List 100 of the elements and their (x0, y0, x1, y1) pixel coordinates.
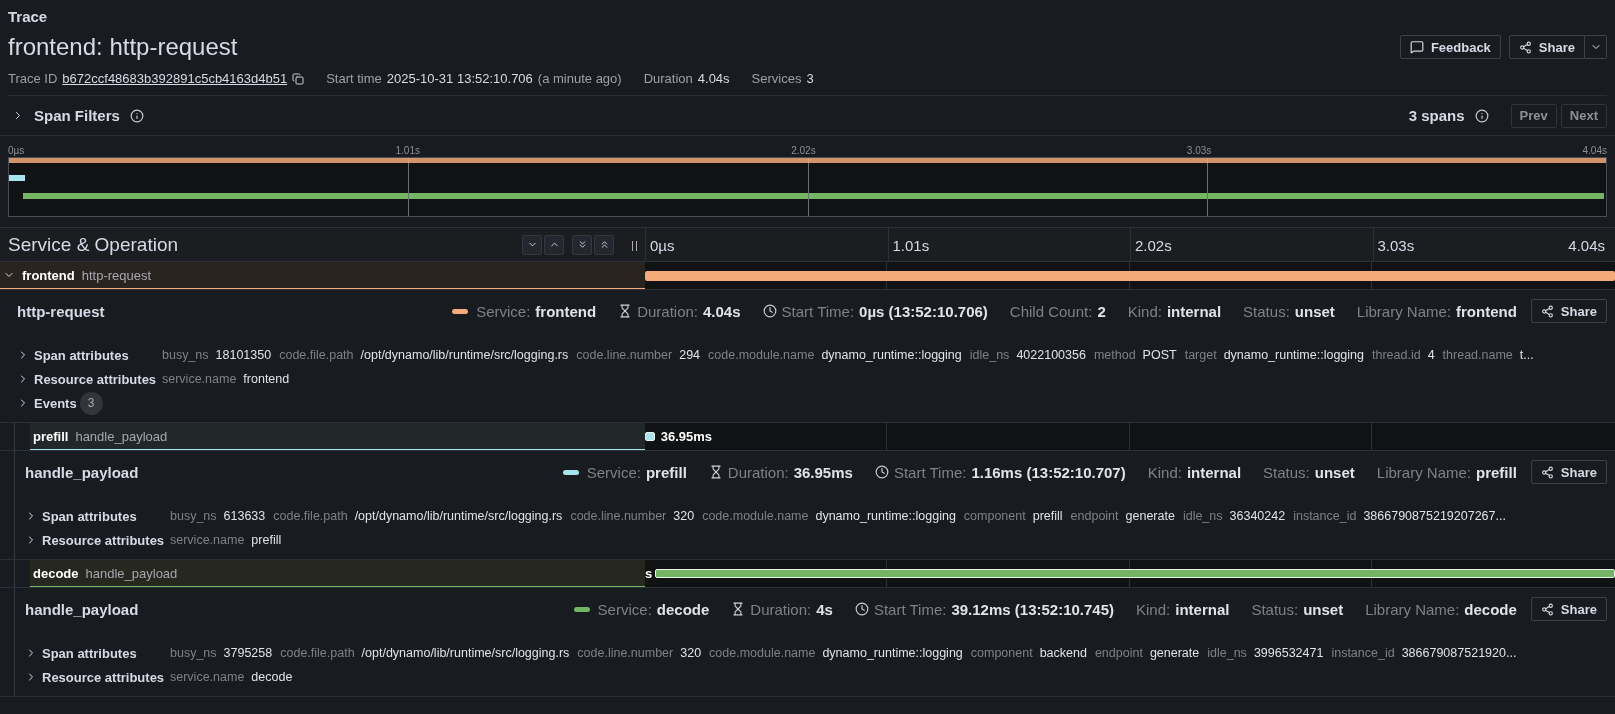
attribute-key: service.name (170, 670, 245, 684)
section-label[interactable]: Span attributes (42, 508, 137, 524)
meta-value: 4.04s (697, 71, 730, 86)
attribute-key: target (1184, 348, 1217, 362)
attribute-key: idle_ns (1207, 646, 1247, 660)
minimap[interactable] (8, 157, 1607, 217)
attribute-key: code.line.number (576, 348, 673, 362)
section-label[interactable]: Span attributes (42, 645, 137, 661)
attribute-key: idle_ns (1182, 509, 1223, 523)
attribute-value: generate (1125, 509, 1175, 523)
attribute-value: /opt/dynamo/lib/runtime/src/logging.rs (361, 646, 570, 660)
share-icon (1540, 602, 1554, 616)
field-value: frontend (1456, 302, 1517, 320)
count-badge: 3 (79, 391, 103, 415)
field-value: 2 (1097, 302, 1106, 320)
field-value: unset (1294, 302, 1335, 320)
span-title: handle_payload (25, 463, 140, 481)
span-bar[interactable] (645, 270, 1615, 281)
attribute-value: backend (1039, 646, 1087, 660)
section-label[interactable]: Resource attributes (34, 371, 157, 387)
operation-name: handle_payload (75, 428, 168, 444)
attribute-value: decode (251, 670, 293, 684)
attribute-value: POST (1142, 348, 1177, 362)
attribute-key: code.file.path (280, 646, 355, 660)
field-value: unset (1303, 600, 1344, 618)
share-button[interactable]: Share (1530, 460, 1607, 484)
share-button[interactable]: Share (1530, 299, 1607, 323)
minimap-tick: 0µs (8, 145, 25, 157)
attribute-value: dynamo_runtime::logging (1223, 348, 1364, 362)
span-title: http-request (17, 302, 106, 320)
minimap-tick: 1.01s (395, 145, 420, 157)
expand-one-button[interactable] (522, 234, 542, 255)
nav-button[interactable]: Next (1560, 103, 1607, 128)
copy-icon[interactable] (292, 72, 305, 85)
span-row[interactable]: frontend http-request (0, 262, 645, 289)
field-label: Child Count: (1009, 302, 1093, 320)
span-title: handle_payload (25, 600, 140, 618)
field-value: internal (1175, 600, 1230, 618)
clock-icon (874, 465, 889, 479)
section-label[interactable]: Span attributes (34, 347, 129, 363)
comment-icon (1409, 40, 1424, 54)
share-button[interactable]: Share (1530, 597, 1607, 621)
share-button[interactable]: Share (1508, 35, 1585, 59)
collapse-all-button[interactable] (594, 234, 614, 255)
nav-button[interactable]: Prev (1510, 103, 1557, 128)
attribute-value: 386679087521920... (1401, 646, 1517, 660)
section-label[interactable]: Resource attributes (42, 669, 165, 685)
attribute-key: component (970, 646, 1033, 660)
field-value: 1.16ms (13:52:10.707) (971, 463, 1126, 481)
attribute-key: code.file.path (273, 509, 348, 523)
hourglass-icon (731, 602, 746, 616)
attribute-value: prefill (251, 533, 282, 547)
attribute-value: t... (1519, 348, 1534, 362)
trace-id-link[interactable]: b672ccf48683b392891c5cb4163d4b51 (62, 71, 288, 86)
attribute-value: dynamo_runtime::logging (822, 646, 963, 660)
share-menu-button[interactable] (1585, 35, 1607, 59)
attribute-value: frontend (243, 372, 290, 386)
meta-label: Start time (326, 71, 382, 86)
resize-handle-icon[interactable] (632, 240, 637, 251)
attribute-key: endpoint (1070, 509, 1119, 523)
clock-icon (762, 304, 777, 318)
attribute-key: code.module.name (708, 348, 815, 362)
field-label: Kind: (1127, 302, 1162, 320)
collapse-one-button[interactable] (544, 234, 564, 255)
attribute-value: 613633 (223, 509, 266, 523)
hourglass-icon (618, 304, 633, 318)
share-icon (1540, 304, 1554, 318)
span-row[interactable]: prefill handle_payload (30, 423, 645, 450)
timeline-tick: 0µs (649, 236, 676, 256)
attribute-value: prefill (1032, 509, 1063, 523)
attribute-key: busy_ns (170, 509, 217, 523)
info-icon[interactable] (129, 108, 144, 123)
section-label[interactable]: Resource attributes (42, 532, 165, 548)
service-color-swatch (573, 606, 590, 612)
minimap-tick: 2.02s (791, 145, 816, 157)
meta-value: 3 (806, 71, 814, 86)
field-label: Start Time: (873, 600, 947, 618)
breadcrumb[interactable]: Trace (8, 0, 1607, 32)
share-icon (1540, 465, 1554, 479)
field-value: 4s (816, 600, 833, 618)
operation-name: handle_payload (85, 565, 178, 581)
hourglass-icon (708, 465, 723, 479)
field-label: Duration: (727, 463, 789, 481)
span-row[interactable]: decode handle_payload (30, 560, 645, 587)
attribute-key: endpoint (1094, 646, 1143, 660)
info-icon[interactable] (1474, 108, 1489, 123)
timeline-tick: 2.02s (1130, 228, 1373, 261)
field-label: Status: (1251, 600, 1299, 618)
span-filters-label[interactable]: Span Filters (34, 107, 120, 124)
span-duration: 36.95ms (659, 429, 713, 444)
field-value: decode (656, 600, 710, 618)
expand-all-button[interactable] (572, 234, 592, 255)
attribute-value: 36340242 (1229, 509, 1286, 523)
field-label: Kind: (1147, 463, 1182, 481)
field-label: Start Time: (781, 302, 855, 320)
field-label: Status: (1263, 463, 1310, 481)
attribute-value: dynamo_runtime::logging (815, 509, 956, 523)
feedback-button[interactable]: Feedback (1399, 35, 1501, 59)
section-label[interactable]: Events (34, 395, 77, 411)
meta-value: 2025-10-31 13:52:10.706 (386, 71, 533, 86)
